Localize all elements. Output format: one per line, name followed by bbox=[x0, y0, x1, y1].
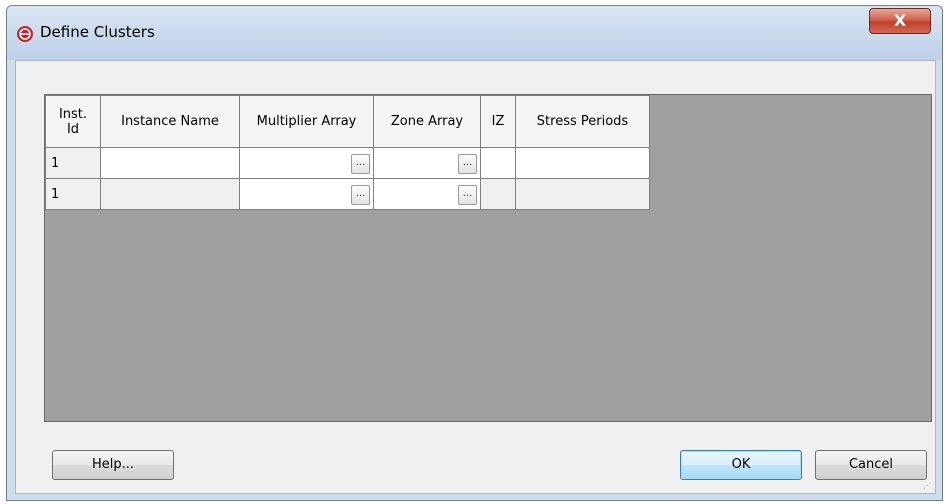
column-header-inst-id[interactable]: Inst. Id bbox=[45, 95, 101, 148]
cell-multiplier-array[interactable]: ... bbox=[239, 178, 374, 210]
zone-array-browse-button[interactable]: ... bbox=[458, 154, 477, 174]
cell-zone-array[interactable]: ... bbox=[373, 147, 481, 179]
app-logo-icon bbox=[17, 26, 33, 42]
clusters-grid: Inst. Id Instance Name Multiplier Array … bbox=[44, 94, 932, 422]
cell-stress-periods[interactable] bbox=[515, 147, 650, 179]
cell-inst-id[interactable]: 1 bbox=[45, 147, 101, 179]
dialog-client-area: Inst. Id Instance Name Multiplier Array … bbox=[15, 60, 936, 494]
multiplier-array-browse-button[interactable]: ... bbox=[351, 185, 370, 205]
cell-instance-name[interactable] bbox=[100, 147, 240, 179]
cancel-button[interactable]: Cancel bbox=[815, 450, 927, 480]
cell-multiplier-array[interactable]: ... bbox=[239, 147, 374, 179]
ok-button[interactable]: OK bbox=[680, 450, 802, 480]
column-header-multiplier-array[interactable]: Multiplier Array bbox=[239, 95, 374, 148]
column-header-zone-array[interactable]: Zone Array bbox=[373, 95, 481, 148]
dialog-window: Define Clusters X Inst. Id Instance Name… bbox=[6, 5, 943, 501]
column-header-iz[interactable]: IZ bbox=[480, 95, 516, 148]
multiplier-array-browse-button[interactable]: ... bbox=[351, 154, 370, 174]
column-header-stress-periods[interactable]: Stress Periods bbox=[515, 95, 650, 148]
column-header-instance-name[interactable]: Instance Name bbox=[100, 95, 240, 148]
clusters-table: Inst. Id Instance Name Multiplier Array … bbox=[45, 95, 650, 210]
cell-stress-periods[interactable] bbox=[515, 178, 650, 210]
table-row[interactable]: 1 ... ... bbox=[45, 147, 650, 179]
help-button[interactable]: Help... bbox=[52, 450, 174, 480]
cell-iz[interactable] bbox=[480, 147, 516, 179]
cell-iz[interactable] bbox=[480, 178, 516, 210]
table-row[interactable]: 1 ... ... bbox=[45, 178, 650, 210]
window-title: Define Clusters bbox=[40, 23, 155, 41]
cell-zone-array[interactable]: ... bbox=[373, 178, 481, 210]
close-button[interactable]: X bbox=[869, 8, 931, 34]
zone-array-browse-button[interactable]: ... bbox=[458, 185, 477, 205]
close-icon: X bbox=[893, 11, 907, 30]
cell-inst-id[interactable]: 1 bbox=[45, 178, 101, 210]
cell-instance-name[interactable] bbox=[100, 178, 240, 210]
title-bar[interactable]: Define Clusters X bbox=[7, 6, 942, 60]
table-header-row: Inst. Id Instance Name Multiplier Array … bbox=[45, 95, 650, 148]
resize-grip-icon[interactable]: ⋰ bbox=[923, 481, 933, 491]
